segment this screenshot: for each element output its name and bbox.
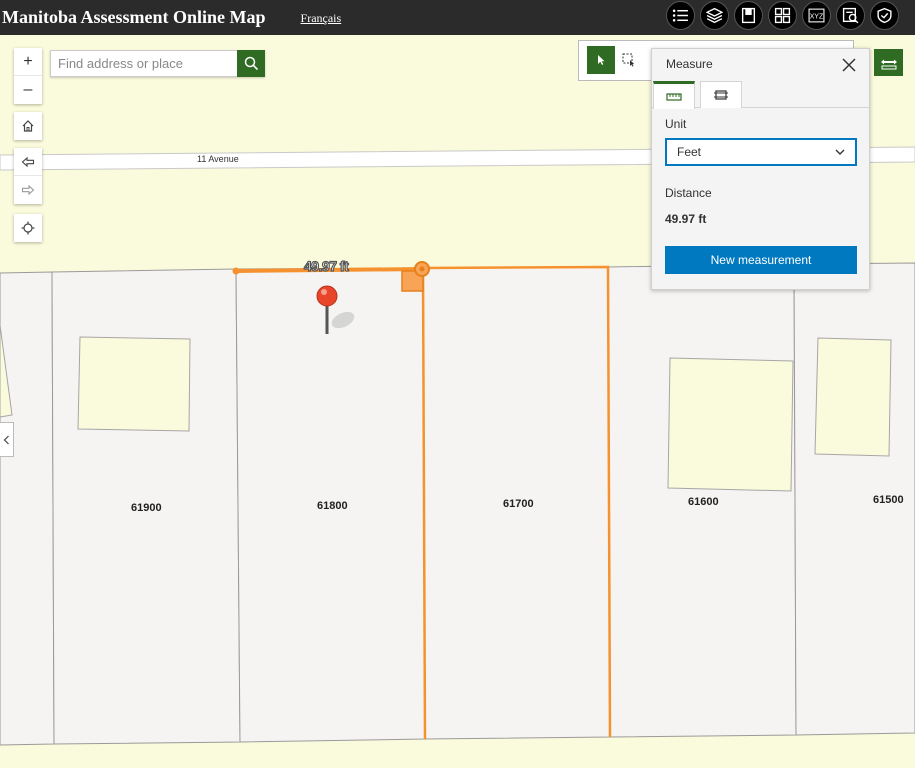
zoom-controls: + –: [14, 48, 42, 104]
basemap-gallery-icon[interactable]: [768, 1, 797, 30]
zoom-in-button[interactable]: +: [14, 48, 42, 76]
measure-panel-title: Measure: [666, 57, 713, 71]
close-icon[interactable]: [841, 57, 857, 73]
chevron-left-icon: [3, 435, 9, 444]
measure-panel-body: Unit Feet Distance 49.97 ft New measurem…: [665, 117, 858, 274]
app-title: Manitoba Assessment Online Map: [2, 7, 266, 27]
rectangle-select-icon: [622, 53, 635, 67]
panel-collapse-tab[interactable]: [0, 422, 14, 457]
distance-value: 49.97 ft: [665, 212, 707, 226]
search-widget: [50, 50, 265, 77]
select-rectangle-button[interactable]: [615, 46, 643, 74]
lot-label: 61600: [688, 496, 719, 508]
arrow-left-icon: [21, 156, 35, 167]
shield-locate-icon[interactable]: [870, 1, 899, 30]
ruler-icon: [880, 59, 897, 69]
svg-text:XYZ: XYZ: [810, 14, 823, 21]
lot-label: 61900: [131, 502, 162, 514]
area-icon: [714, 90, 728, 100]
home-control: [14, 112, 42, 140]
map-pin-icon: [316, 285, 338, 307]
search-button[interactable]: [237, 50, 265, 77]
new-measurement-button[interactable]: New measurement: [665, 246, 857, 274]
tab-area[interactable]: [700, 81, 742, 108]
xyz-coordinate-icon[interactable]: XYZ: [802, 1, 831, 30]
lot-label: 61500: [873, 494, 904, 506]
lot-label: 61700: [503, 498, 534, 510]
home-button[interactable]: [14, 112, 42, 140]
next-extent-button[interactable]: [14, 176, 42, 204]
select-pointer-button[interactable]: [587, 46, 615, 74]
search-input[interactable]: [50, 50, 237, 77]
map-view[interactable]: 11 Avenue 61900 61800 61700 61600 61500 …: [0, 35, 915, 768]
street-label: 11 Avenue: [197, 154, 239, 164]
distance-label: Distance: [665, 186, 712, 200]
tab-distance[interactable]: [653, 81, 695, 109]
measurement-label: 49.97 ft: [303, 257, 349, 274]
locate-button[interactable]: [14, 214, 42, 242]
header-toolbar: XYZ: [666, 1, 899, 30]
unit-select[interactable]: Feet: [665, 138, 857, 166]
measure-tabs: [652, 81, 869, 109]
zoom-out-button[interactable]: –: [14, 76, 42, 104]
measure-panel: Measure Unit Feet Distance 49.97 ft New …: [651, 48, 870, 290]
search-report-icon[interactable]: [836, 1, 865, 30]
building-footprint: [77, 336, 191, 432]
chevron-down-icon: [835, 149, 845, 155]
navigation-controls: [14, 148, 42, 204]
pointer-icon: [598, 55, 605, 65]
layers-icon[interactable]: [700, 1, 729, 30]
unit-select-value: Feet: [677, 145, 702, 159]
locate-control: [14, 214, 42, 242]
parcel-left-edge: [0, 271, 55, 746]
list-icon[interactable]: [666, 1, 695, 30]
language-link[interactable]: Français: [301, 11, 342, 26]
building-footprint: [667, 357, 794, 492]
measure-tool-button[interactable]: [874, 49, 903, 76]
previous-extent-button[interactable]: [14, 148, 42, 176]
app-header: Manitoba Assessment Online Map Français …: [0, 0, 915, 35]
building-footprint: [814, 337, 892, 457]
bookmark-icon[interactable]: [734, 1, 763, 30]
lot-label: 61800: [317, 500, 348, 512]
home-icon: [22, 120, 34, 132]
search-icon: [244, 56, 258, 71]
distance-ruler-icon: [666, 92, 682, 101]
arrow-right-icon: [21, 184, 35, 196]
unit-label: Unit: [665, 117, 687, 131]
measurement-vertex: [232, 267, 240, 275]
crosshair-icon: [21, 221, 35, 235]
